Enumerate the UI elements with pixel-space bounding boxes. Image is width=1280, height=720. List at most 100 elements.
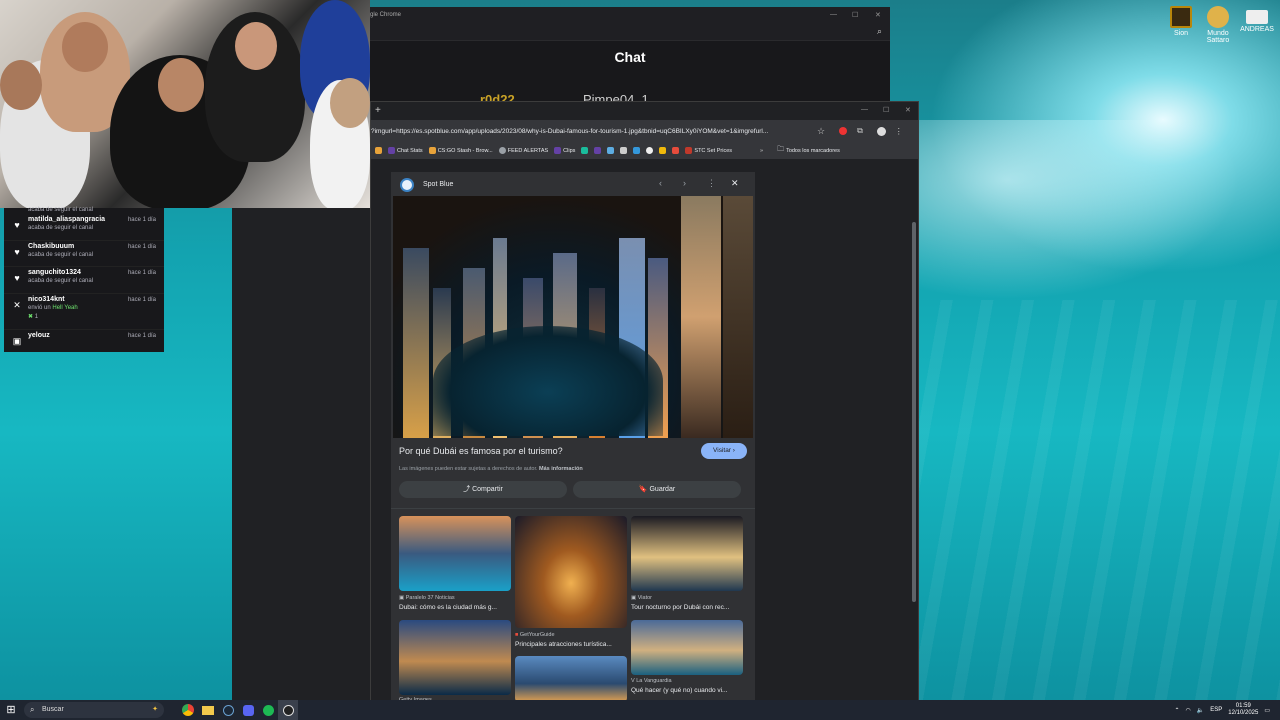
bookmark-clips[interactable]: Clips [554,147,575,154]
chrome-taskbar-icon[interactable] [178,700,198,720]
system-tray: ⌃ ◠ 🔈 ESP 01:59 12/10/2025 ▭ [1175,700,1280,720]
bookmark-feed-alertas[interactable]: FEED ALERTAS [498,147,548,154]
close-icon[interactable]: ✕ [875,11,881,19]
bookmark-stc-set-prices[interactable]: STC Set Prices [685,147,732,154]
bookmark-icon[interactable] [659,147,667,154]
more-icon[interactable]: ⋮ [707,178,716,189]
webcam-face [62,22,108,72]
related-thumbnail[interactable] [631,620,743,675]
related-title[interactable]: Tour nocturno por Dubái con rec... [631,604,743,611]
save-button[interactable]: 🔖 Guardar [573,481,741,498]
extensions-icon[interactable]: ⧉ [857,126,863,136]
chevron-left-icon[interactable]: ‹ [659,178,662,188]
search-icon: ⌕ [30,705,35,714]
related-thumbnail[interactable] [399,516,511,591]
file-explorer-icon[interactable] [198,700,218,720]
related-thumbnail[interactable] [515,516,627,628]
bookmark-icon[interactable] [607,147,615,154]
chevron-right-icon[interactable]: › [683,178,686,188]
wallpaper-wave-highlight [890,120,1280,320]
extension-icon[interactable] [839,127,848,135]
site-name[interactable]: Spot Blue [423,181,453,188]
menu-icon[interactable]: ⋮ [895,127,903,136]
image-title[interactable]: Por qué Dubái es famosa por el turismo? [399,446,563,456]
spotify-icon[interactable] [258,700,278,720]
chevron-right-icon[interactable]: » [760,148,763,154]
heart-icon: ♥ [14,220,20,230]
volume-icon[interactable]: 🔈 [1197,707,1204,714]
bookmark-icon[interactable] [672,147,680,154]
list-item[interactable]: ▣ yelouz hace 1 día [4,330,164,357]
follower-alerts-panel: acaba de seguir el canal ♥ matilda_alias… [4,207,164,352]
wallpaper-light-rays [900,300,1280,700]
image-building [723,196,753,438]
list-item[interactable]: ✕ nico314knt envió un Hell Yeah ✖ 1 hace… [4,294,164,330]
related-title[interactable]: Qué hacer (y qué no) cuando vi... [631,687,743,694]
desktop-icon-mundo-sattaro[interactable]: Mundo Sattaro [1198,6,1238,44]
related-thumbnail[interactable] [631,516,743,591]
obs-icon[interactable] [278,700,298,720]
heart-icon: ♥ [14,246,20,257]
visit-button[interactable]: Visitar › [701,443,747,459]
more-info-link[interactable]: Más información [539,466,583,472]
maximize-icon[interactable]: ☐ [883,106,889,114]
related-title[interactable]: Principales atracciones turística... [515,641,627,648]
gift-icon: ✕ [13,299,21,310]
close-icon[interactable]: ✕ [905,106,911,114]
desktop-icon-sion[interactable]: Sion [1161,6,1201,37]
gift-icon: ▣ [12,335,22,346]
profile-avatar[interactable] [876,126,886,136]
bookmark-icon[interactable] [646,147,654,154]
chat-window-titlebar: gle Chrome — ☐ ✕ [370,7,890,23]
folder-icon [1170,6,1192,28]
related-title[interactable]: Dubai: cómo es la ciudad más g... [399,604,511,611]
related-source: ■ GetYourGuide [515,632,555,638]
webcam-face [0,60,42,110]
search-input[interactable]: ⌕ Buscar ✦ [24,702,164,718]
maximize-icon[interactable]: ☐ [852,11,858,19]
discord-icon[interactable] [238,700,258,720]
copyright-notice: Las imágenes pueden estar sujetas a dere… [399,466,583,472]
share-button[interactable]: ⤴ Compartir [399,481,567,498]
bookmark-icon[interactable] [620,147,628,154]
folder-icon: 🗀 [777,146,785,153]
bookmark-csgo-stash[interactable]: CS:GO Stash - Brow... [428,147,493,154]
scrollbar[interactable] [912,222,916,602]
related-source: ▣ Viator [631,595,653,601]
zoom-icon[interactable]: ⌕ [877,26,882,37]
minimize-icon[interactable]: — [861,106,868,113]
minimize-icon[interactable]: — [830,11,837,18]
notification-icon[interactable]: ▭ [1264,707,1270,714]
related-thumbnail[interactable] [515,656,627,702]
clips-icon [554,147,562,154]
all-bookmarks[interactable]: 🗀 Todos los marcadores [777,145,840,156]
star-icon[interactable]: ☆ [817,126,825,137]
chat-window[interactable]: gle Chrome — ☐ ✕ ⌕ Chat r0d22 Pimpe04_1 [370,7,890,107]
globe-icon [498,147,506,154]
address-bar[interactable]: ?imgurl=https://es.spotblue.com/app/uplo… [371,120,918,142]
list-item[interactable]: ♥ matilda_aliaspangracia acaba de seguir… [4,214,164,241]
url-text[interactable]: ?imgurl=https://es.spotblue.com/app/uplo… [371,128,811,135]
chrome-window[interactable]: + — ☐ ✕ ?imgurl=https://es.spotblue.com/… [370,101,919,703]
close-icon[interactable]: ✕ [731,178,739,189]
bookmark-icon[interactable] [594,147,602,154]
bookmark-icon[interactable] [375,147,382,154]
bookmark-icon[interactable] [581,147,589,154]
bookmark-chat-stats[interactable]: Chat Stats [388,147,423,154]
badge-icon: ✖ [28,313,34,320]
clock[interactable]: 01:59 12/10/2025 [1228,703,1258,717]
language-indicator[interactable]: ESP [1210,707,1222,713]
list-item[interactable]: ♥ sanguchito1324 acaba de seguir el cana… [4,267,164,294]
bookmark-icon[interactable] [633,147,641,154]
main-image[interactable] [393,196,753,438]
new-tab-icon[interactable]: + [375,105,381,116]
desktop-icon-andreas[interactable]: ANDREAS [1237,6,1277,33]
image-marina [433,326,663,436]
list-item[interactable]: ♥ Chaskibuuum acaba de seguir el canal h… [4,241,164,267]
chevron-up-icon[interactable]: ⌃ [1175,707,1180,714]
stc-icon [685,147,693,154]
steam-icon[interactable] [218,700,238,720]
related-thumbnail[interactable] [399,620,511,695]
network-icon[interactable]: ◠ [1186,707,1191,714]
windows-start-icon[interactable]: ⊞ [0,700,22,720]
